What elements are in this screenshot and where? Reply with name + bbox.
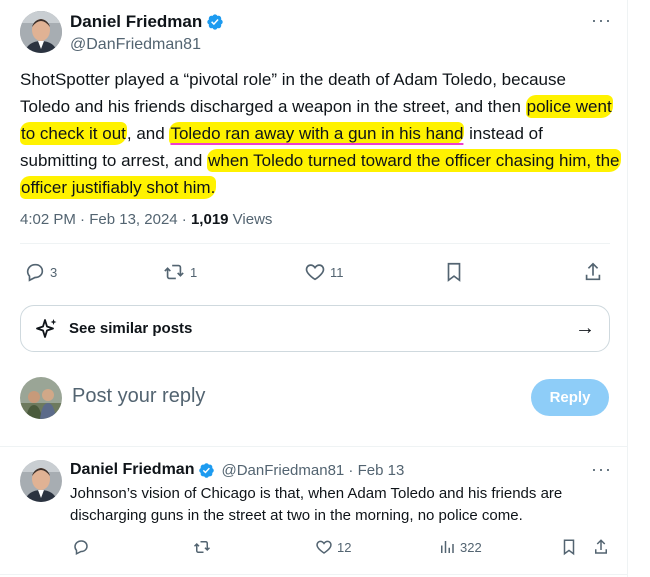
right-border [627,0,628,577]
arrow-right-icon: → [575,317,595,339]
reply-like-action[interactable]: 12 [315,538,351,556]
tweet-text-part: ShotSpotter played a “pivotal role” in t… [20,70,566,116]
views-count: 1,019 [190,211,229,228]
meta-separator: · [177,211,191,228]
reply-more-options-icon[interactable]: ··· [591,459,612,480]
author-name-row: Daniel Friedman [70,12,224,32]
views-label: Views [228,211,273,228]
verified-badge-icon [199,462,215,478]
highlight-ran-away: Toledo ran away with a gun in his hand [169,122,465,145]
repost-action[interactable]: 1 [162,261,197,283]
heart-icon [305,264,325,281]
tweet-time[interactable]: 4:02 PM [20,211,76,228]
reply-share-action[interactable] [593,538,609,556]
see-similar-posts-label: See similar posts [69,320,193,337]
reply-button[interactable]: Reply [531,379,609,416]
share-action[interactable] [583,261,603,283]
repost-icon [193,541,211,553]
author-handle[interactable]: @DanFriedman81 [70,36,201,54]
bookmark-icon [447,262,461,282]
reply-bookmark-action[interactable] [561,538,577,556]
tweet-date[interactable]: Feb 13, 2024 [89,211,177,228]
reply-icon [74,540,88,555]
verified-badge-icon [207,14,223,30]
reply-icon [26,263,44,282]
reply-text: Johnson’s vision of Chicago is that, whe… [70,485,563,524]
like-count: 11 [330,264,344,280]
reply-author-avatar[interactable] [20,460,62,502]
user-avatar[interactable] [20,377,62,419]
see-similar-posts-card[interactable]: See similar posts → [20,305,610,352]
reply-repost-action[interactable] [192,538,212,556]
divider [20,243,610,244]
reply-views-count: 322 [460,539,482,555]
share-icon [595,539,607,554]
reply-count: 3 [50,264,58,280]
reply-input[interactable]: Post your reply [72,385,205,408]
reply-like-count: 12 [337,539,352,555]
bookmark-action[interactable] [444,261,464,283]
divider [0,446,627,447]
tweet-text-part: , and [126,124,170,143]
tweet-text: ShotSpotter played a “pivotal role” in t… [20,66,621,201]
author-avatar[interactable] [20,11,62,53]
reply-author-name[interactable]: Daniel Friedman [70,461,194,479]
sparkle-icon [36,318,57,338]
bookmark-icon [563,539,575,556]
author-name[interactable]: Daniel Friedman [70,12,202,32]
repost-icon [164,264,184,280]
reply-action[interactable]: 3 [24,261,57,283]
tweet-meta: 4:02 PM · Feb 13, 2024 · 1,019 Views [20,211,272,228]
like-action[interactable]: 11 [304,261,344,283]
reply-views-action[interactable]: 322 [438,538,482,556]
views-chart-icon [441,541,454,553]
reply-reply-action[interactable] [72,538,90,556]
more-options-icon[interactable]: ··· [591,10,612,31]
repost-count: 1 [190,264,198,280]
heart-icon [316,540,332,554]
reply-header: Daniel Friedman @DanFriedman81 · Feb 13 [70,461,404,479]
reply-handle-date[interactable]: @DanFriedman81 · Feb 13 [221,462,404,479]
meta-separator: · [75,211,90,228]
divider [0,574,627,575]
share-icon [585,262,601,281]
